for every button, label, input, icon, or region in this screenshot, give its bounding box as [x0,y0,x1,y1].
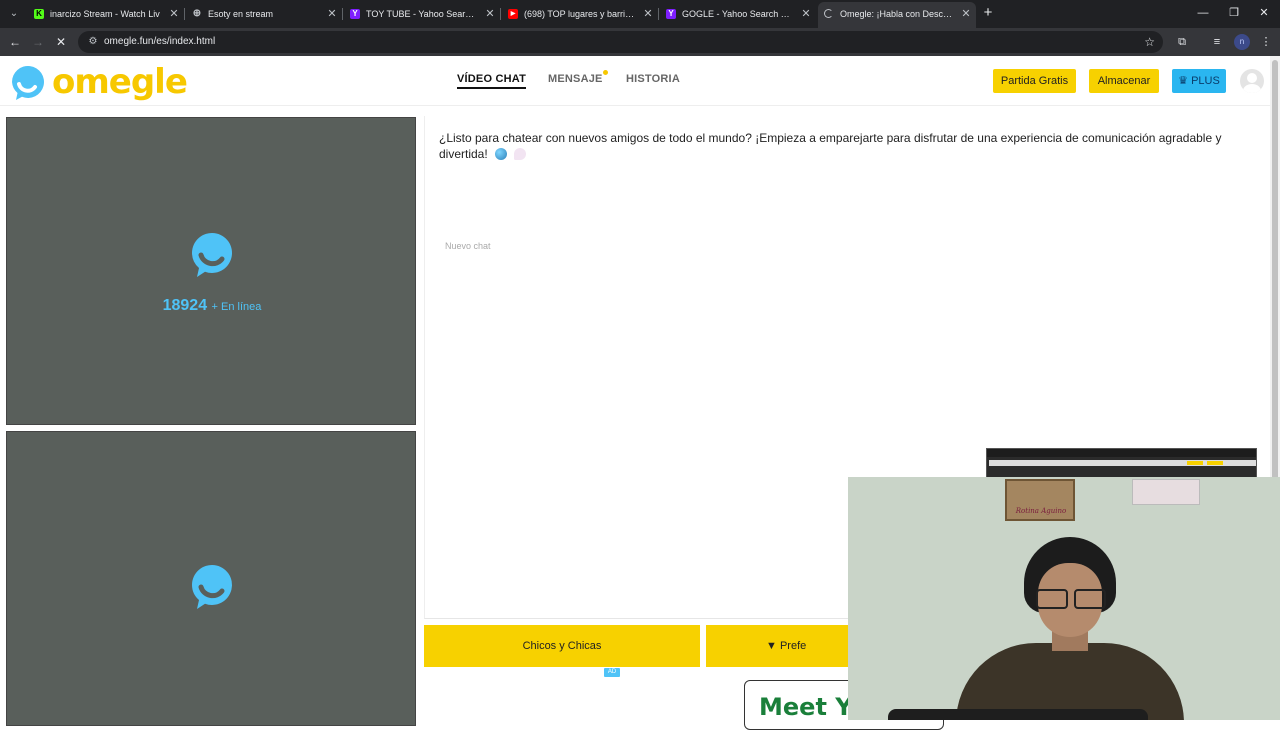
speech-bubble-emoji-icon [514,148,527,160]
profile-avatar[interactable]: n [1234,34,1250,50]
browser-tab[interactable]: ▶ (698) TOP lugares y barrios ma ✕ [502,4,658,24]
url-text[interactable]: omegle.fun/es/index.html [104,31,215,53]
webcam-overlay: Rotina Aguino [848,477,1280,720]
new-chat-status: Nuevo chat [445,241,491,251]
store-button[interactable]: Almacenar [1089,69,1159,93]
preview-button [1187,461,1203,465]
wall-photo-frame [1132,479,1200,505]
welcome-text: ¿Listo para chatear con nuevos amigos de… [439,131,1222,161]
online-counter: 18924 + En línea [7,297,417,315]
poster-text: Rotina Aguino [1015,507,1067,515]
forward-icon[interactable]: → [30,34,46,50]
local-video-panel [6,431,416,726]
close-tab-icon[interactable]: ✕ [960,2,972,26]
close-window-icon[interactable]: ✕ [1257,6,1271,20]
omegle-logo-icon [11,65,44,100]
free-match-button[interactable]: Partida Gratis [993,69,1076,93]
kick-icon: K [34,9,44,19]
logo-wordmark: omegle [52,62,188,102]
online-count: 18924 [162,297,208,314]
online-label: + En línea [211,301,262,313]
minimize-icon[interactable]: — [1196,6,1210,20]
desk-edge [888,709,1148,720]
nav-historia[interactable]: HISTORIA [626,73,680,85]
browser-tab[interactable]: ⊕ Esoty en stream ✕ [186,4,342,24]
tab-divider [342,8,343,20]
close-tab-icon[interactable]: ✕ [326,4,338,24]
welcome-message: ¿Listo para chatear con nuevos amigos de… [439,130,1249,162]
remote-video-panel: 18924 + En línea [6,117,416,425]
nav-mensaje-label: MENSAJE [548,73,603,85]
yahoo-icon: Y [350,9,360,19]
back-icon[interactable]: ← [7,34,23,50]
preview-tabbar [987,449,1256,457]
close-tab-icon[interactable]: ✕ [800,4,812,24]
extensions-icon[interactable]: ⧉ [1174,34,1190,50]
plus-button[interactable]: ♛ PLUS [1172,69,1226,93]
notification-dot [602,70,608,75]
filter-icon: ▼ [766,640,777,652]
omegle-logo-icon [191,232,232,277]
browser-tab-strip: ⌄ K inarcizo Stream - Watch Liv ✕ ⊕ Esot… [0,0,1280,28]
omegle-logo-icon [191,564,232,609]
address-bar[interactable]: ⚙ omegle.fun/es/index.html ☆ [78,31,1163,53]
tab-divider [184,8,185,20]
media-control-icon[interactable]: ≡ [1209,34,1225,50]
globe-emoji-icon [495,148,508,160]
close-tab-icon[interactable]: ✕ [642,4,654,24]
plus-label: PLUS [1191,75,1220,87]
screen-preview-thumbnail [986,448,1257,478]
tab-search-icon[interactable]: ⌄ [6,6,22,22]
preferences-label: Prefe [779,640,807,652]
browser-toolbar: ← → ✕ ⚙ omegle.fun/es/index.html ☆ ⧉ ≡ n… [0,28,1280,56]
browser-tab[interactable]: K inarcizo Stream - Watch Liv ✕ [28,4,184,24]
loading-icon [824,9,833,18]
site-info-icon[interactable]: ⚙ [86,35,100,49]
stop-loading-icon[interactable]: ✕ [53,34,69,50]
bookmark-star-icon[interactable]: ☆ [1144,34,1155,50]
user-avatar[interactable] [1240,69,1264,93]
nav-mensaje[interactable]: MENSAJE [548,70,608,85]
glasses [1034,589,1106,609]
browser-menu-icon[interactable]: ⋮ [1258,34,1274,50]
wall-poster: Rotina Aguino [1005,479,1075,521]
close-tab-icon[interactable]: ✕ [168,4,180,24]
tab-divider [658,8,659,20]
browser-tab[interactable]: Y GOGLE - Yahoo Search Tus resu ✕ [660,4,816,24]
ad-text: Meet Y [759,693,853,721]
crown-icon: ♛ [1178,75,1189,87]
new-tab-button[interactable]: + [981,5,995,21]
preview-button [1207,461,1223,465]
omegle-logo[interactable]: omegle [6,62,188,102]
youtube-icon: ▶ [508,9,518,19]
globe-icon: ⊕ [192,8,202,19]
restore-icon[interactable]: ❐ [1227,6,1241,20]
yahoo-icon: Y [666,9,676,19]
browser-tab-active[interactable]: Omegle: ¡Habla con Desconoci ✕ [818,2,976,28]
browser-tab[interactable]: Y TOY TUBE - Yahoo Search Tus r ✕ [344,4,500,24]
close-tab-icon[interactable]: ✕ [484,4,496,24]
ad-tag: AD [604,668,620,677]
gender-filter-button[interactable]: Chicos y Chicas [424,625,700,667]
tab-divider [500,8,501,20]
nav-video-chat[interactable]: VÍDEO CHAT [457,73,527,89]
site-header: omegle VÍDEO CHAT MENSAJE HISTORIA Parti… [0,56,1270,106]
